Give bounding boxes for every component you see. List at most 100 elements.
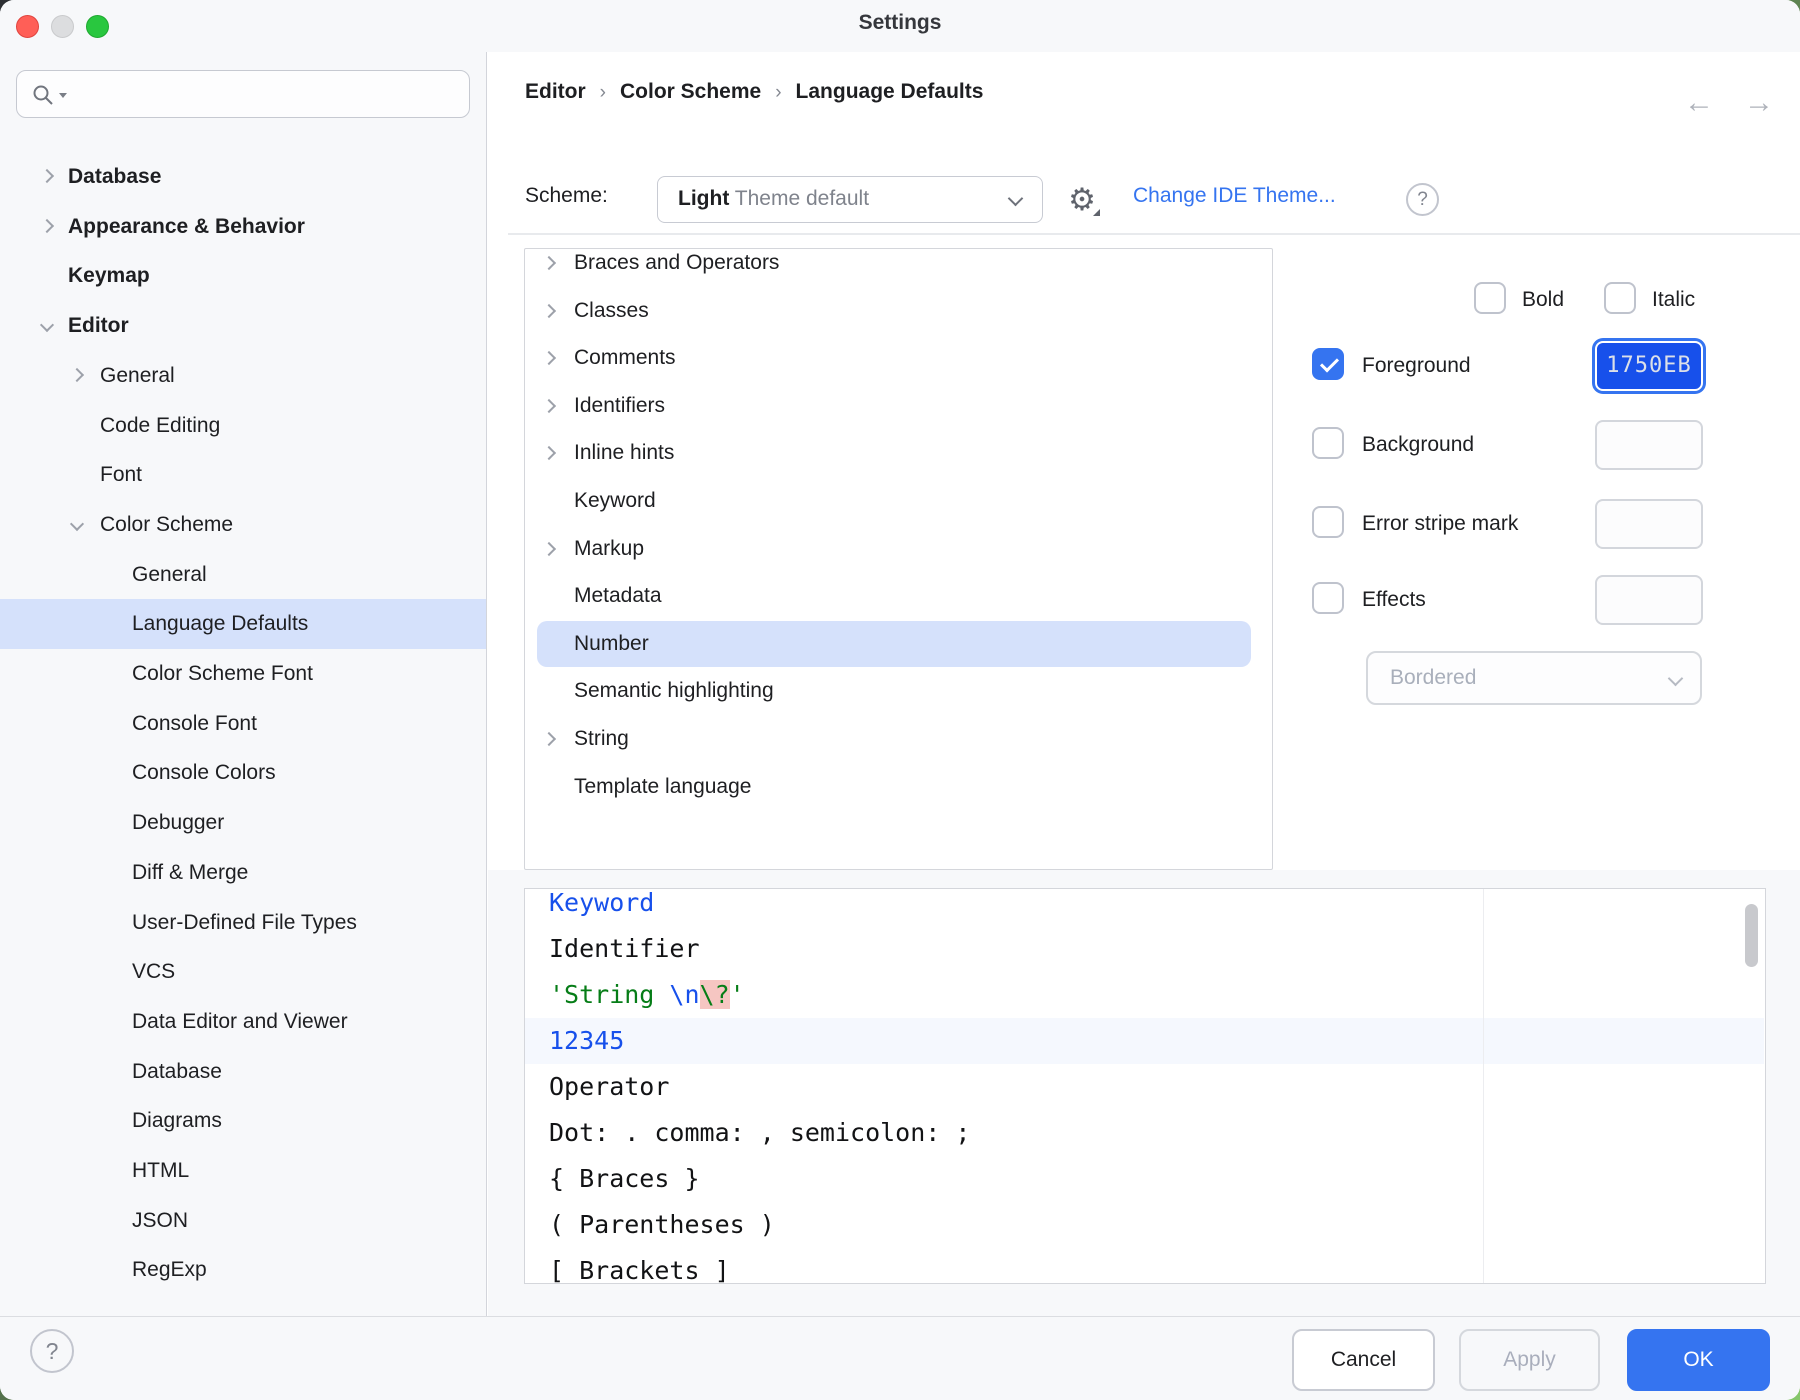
scheme-gear-icon[interactable]: ⚙	[1062, 180, 1102, 220]
sidebar-item-console-colors[interactable]: Console Colors	[0, 748, 487, 798]
element-tree-item-classes[interactable]: Classes	[525, 287, 1271, 335]
preview-line[interactable]: Dot: . comma: , semicolon: ;	[549, 1110, 970, 1156]
sidebar-item-database[interactable]: Database	[0, 152, 487, 202]
sidebar-item-diagrams[interactable]: Diagrams	[0, 1096, 487, 1146]
sidebar-item-label: VCS	[132, 947, 175, 997]
scheme-select[interactable]: Light Theme default	[657, 176, 1043, 223]
effect-type-select[interactable]: Bordered	[1366, 651, 1702, 705]
change-ide-theme-link[interactable]: Change IDE Theme...	[1133, 184, 1336, 208]
foreground-checkbox[interactable]	[1312, 348, 1344, 380]
element-tree-item-template-language[interactable]: Template language	[525, 763, 1271, 811]
sidebar-item-html[interactable]: HTML	[0, 1146, 487, 1196]
chevron-right-icon[interactable]	[40, 169, 54, 183]
chevron-right-icon[interactable]	[542, 446, 556, 460]
italic-checkbox[interactable]	[1604, 282, 1636, 314]
sidebar-item-appearance-behavior[interactable]: Appearance & Behavior	[0, 202, 487, 252]
bold-checkbox[interactable]	[1474, 282, 1506, 314]
sidebar-item-debugger[interactable]: Debugger	[0, 798, 487, 848]
background-color-field[interactable]	[1595, 420, 1703, 470]
background-checkbox[interactable]	[1312, 427, 1344, 459]
breadcrumb-item[interactable]: Color Scheme	[620, 80, 761, 103]
sidebar-item-editor[interactable]: Editor	[0, 301, 487, 351]
preview-line[interactable]: Operator	[549, 1064, 669, 1110]
element-tree-item-markup[interactable]: Markup	[525, 525, 1271, 573]
chevron-right-icon[interactable]	[40, 219, 54, 233]
preview-scrollbar-thumb[interactable]	[1745, 904, 1758, 967]
chevron-right-icon[interactable]	[542, 732, 556, 746]
sidebar-item-keymap[interactable]: Keymap	[0, 251, 487, 301]
ok-button[interactable]: OK	[1627, 1329, 1770, 1391]
element-tree-item-string[interactable]: String	[525, 715, 1271, 763]
preview-token-plain: [ Brackets ]	[549, 1256, 730, 1284]
chevron-right-icon[interactable]	[542, 304, 556, 318]
apply-button[interactable]: Apply	[1459, 1329, 1600, 1391]
element-tree-item-inline-hints[interactable]: Inline hints	[525, 429, 1271, 477]
sidebar-item-label: Console Colors	[132, 748, 276, 798]
effects-checkbox[interactable]	[1312, 582, 1344, 614]
element-tree-item-metadata[interactable]: Metadata	[525, 572, 1271, 620]
chevron-right-icon[interactable]	[70, 368, 84, 382]
sidebar-item-general[interactable]: General	[0, 550, 487, 600]
preview-line[interactable]: [ Brackets ]	[549, 1248, 730, 1284]
foreground-color-field[interactable]: 1750EB	[1595, 341, 1703, 391]
sidebar-item-font[interactable]: Font	[0, 450, 487, 500]
close-window-button[interactable]	[16, 15, 39, 38]
sidebar-item-console-font[interactable]: Console Font	[0, 699, 487, 749]
sidebar-item-label: Language Defaults	[132, 599, 308, 649]
preview-line[interactable]: 'String \n\?'	[549, 972, 745, 1018]
window-title: Settings	[859, 11, 942, 35]
cancel-button[interactable]: Cancel	[1292, 1329, 1435, 1391]
element-tree-item-comments[interactable]: Comments	[525, 334, 1271, 382]
element-tree-item-label: Classes	[574, 287, 649, 335]
breadcrumb: Editor›Color Scheme›Language Defaults	[525, 74, 983, 110]
italic-label: Italic	[1652, 288, 1695, 312]
preview-line[interactable]: Identifier	[549, 926, 700, 972]
preview-token-inv: \?	[700, 980, 730, 1009]
preview-line[interactable]: Keyword	[549, 888, 654, 926]
preview-token-plain: { Braces }	[549, 1164, 700, 1193]
forward-arrow-icon[interactable]: →	[1744, 88, 1774, 118]
minimize-window-button[interactable]	[51, 15, 74, 38]
element-tree-item-keyword[interactable]: Keyword	[525, 477, 1271, 525]
sidebar-item-data-editor-and-viewer[interactable]: Data Editor and Viewer	[0, 997, 487, 1047]
element-tree-item-semantic-highlighting[interactable]: Semantic highlighting	[525, 667, 1271, 715]
sidebar-item-regexp[interactable]: RegExp	[0, 1245, 487, 1295]
search-input[interactable]	[16, 70, 470, 118]
sidebar-item-code-editing[interactable]: Code Editing	[0, 401, 487, 451]
bold-label: Bold	[1522, 288, 1564, 312]
error-stripe-color-field[interactable]	[1595, 499, 1703, 549]
sidebar-item-user-defined-file-types[interactable]: User-Defined File Types	[0, 898, 487, 948]
sidebar-item-database[interactable]: Database	[0, 1047, 487, 1097]
breadcrumb-item[interactable]: Editor	[525, 80, 586, 103]
preview-line[interactable]: 12345	[549, 1018, 624, 1064]
zoom-window-button[interactable]	[86, 15, 109, 38]
sidebar-item-color-scheme[interactable]: Color Scheme	[0, 500, 487, 550]
sidebar-item-language-defaults[interactable]: Language Defaults	[0, 599, 487, 649]
breadcrumb-item[interactable]: Language Defaults	[796, 80, 984, 103]
sidebar-item-label: Debugger	[132, 798, 224, 848]
chevron-right-icon[interactable]	[542, 399, 556, 413]
chevron-right-icon[interactable]	[542, 351, 556, 365]
element-tree-item-number[interactable]: Number	[525, 620, 1271, 668]
effects-color-field[interactable]	[1595, 575, 1703, 625]
sidebar-item-color-scheme-font[interactable]: Color Scheme Font	[0, 649, 487, 699]
preview-token-kw: 12345	[549, 1026, 624, 1055]
element-tree-item-identifiers[interactable]: Identifiers	[525, 382, 1271, 430]
help-icon[interactable]: ?	[30, 1329, 74, 1373]
preview-token-plain: Identifier	[549, 934, 700, 963]
sidebar-item-diff-merge[interactable]: Diff & Merge	[0, 848, 487, 898]
chevron-down-icon[interactable]	[70, 517, 84, 531]
sidebar-item-json[interactable]: JSON	[0, 1196, 487, 1246]
back-arrow-icon[interactable]: ←	[1684, 88, 1714, 118]
chevron-right-icon[interactable]	[542, 542, 556, 556]
preview-divider	[1483, 889, 1484, 1284]
chevron-right-icon[interactable]	[542, 256, 556, 270]
preview-line[interactable]: { Braces }	[549, 1156, 700, 1202]
element-tree-item-braces-and-operators[interactable]: Braces and Operators	[525, 248, 1271, 287]
scheme-help-icon[interactable]: ?	[1406, 183, 1439, 216]
sidebar-item-vcs[interactable]: VCS	[0, 947, 487, 997]
sidebar-item-general[interactable]: General	[0, 351, 487, 401]
error-stripe-checkbox[interactable]	[1312, 506, 1344, 538]
chevron-down-icon[interactable]	[40, 318, 54, 332]
preview-line[interactable]: ( Parentheses )	[549, 1202, 775, 1248]
